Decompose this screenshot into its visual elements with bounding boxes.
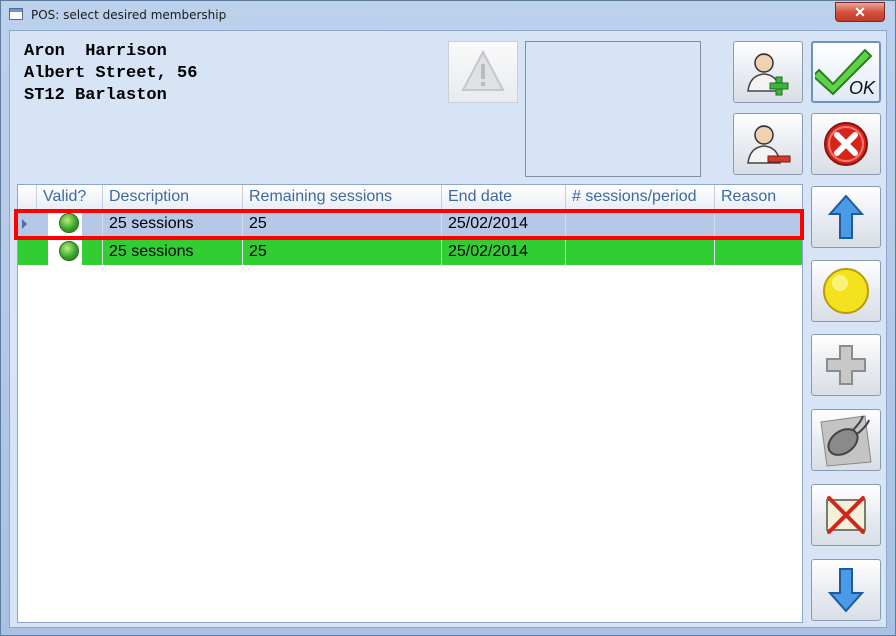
grid-header: Valid? Description Remaining sessions En… bbox=[18, 185, 802, 210]
column-header-reason[interactable]: Reason bbox=[715, 185, 802, 209]
yellow-status-button[interactable] bbox=[811, 260, 881, 322]
reason-cell bbox=[715, 238, 802, 265]
remove-user-icon bbox=[747, 125, 791, 164]
arrow-down-icon bbox=[827, 568, 865, 613]
customer-info: Aron Harrison Albert Street, 56 ST12 Barla… bbox=[24, 41, 197, 107]
table-row[interactable]: 25 sessions 25 25/02/2014 bbox=[18, 210, 802, 237]
cancel-icon bbox=[824, 122, 868, 166]
plus-icon bbox=[826, 345, 866, 385]
move-down-button[interactable] bbox=[811, 559, 881, 621]
current-row-indicator-icon bbox=[22, 219, 27, 229]
reason-cell bbox=[715, 210, 802, 237]
valid-ball-icon bbox=[59, 213, 79, 233]
remove-customer-button[interactable] bbox=[733, 113, 803, 175]
column-header-end-date[interactable]: End date bbox=[442, 185, 566, 209]
description-cell: 25 sessions bbox=[103, 238, 243, 265]
ok-checkmark-icon: OK bbox=[815, 48, 876, 98]
warning-button[interactable] bbox=[448, 41, 518, 103]
close-button[interactable]: ✕ bbox=[835, 2, 885, 22]
title-bar: POS: select desired membership ✕ bbox=[1, 1, 895, 29]
customer-photo bbox=[525, 41, 701, 177]
move-up-button[interactable] bbox=[811, 186, 881, 248]
satellite-dish-icon bbox=[820, 415, 872, 467]
delete-cross-icon bbox=[826, 496, 866, 534]
client-area: Aron Harrison Albert Street, 56 ST12 Barla… bbox=[9, 30, 887, 628]
row-header-corner bbox=[18, 185, 37, 209]
ok-label: OK bbox=[849, 78, 876, 98]
remaining-cell: 25 bbox=[243, 210, 442, 237]
column-header-valid[interactable]: Valid? bbox=[37, 185, 103, 209]
remaining-cell: 25 bbox=[243, 238, 442, 265]
description-cell: 25 sessions bbox=[103, 210, 243, 237]
customer-name: Aron Harrison bbox=[24, 42, 167, 61]
add-user-icon bbox=[747, 53, 789, 96]
satellite-button[interactable] bbox=[811, 409, 881, 471]
column-header-remaining[interactable]: Remaining sessions bbox=[243, 185, 442, 209]
sessions-period-cell bbox=[566, 238, 715, 265]
sessions-period-cell bbox=[566, 210, 715, 237]
customer-address: Albert Street, 56 bbox=[24, 64, 198, 83]
cancel-button[interactable] bbox=[811, 113, 881, 175]
delete-button[interactable] bbox=[811, 484, 881, 546]
column-header-sessions-period[interactable]: # sessions/period bbox=[566, 185, 715, 209]
warning-icon bbox=[461, 49, 505, 91]
end-date-cell: 25/02/2014 bbox=[442, 210, 566, 237]
table-row[interactable]: 25 sessions 25 25/02/2014 bbox=[18, 238, 802, 265]
valid-cell bbox=[37, 238, 103, 265]
window-icon bbox=[9, 8, 23, 20]
window-title: POS: select desired membership bbox=[31, 8, 227, 22]
membership-grid[interactable]: Valid? Description Remaining sessions En… bbox=[14, 184, 804, 623]
membership-window: POS: select desired membership ✕ Aron Ha… bbox=[0, 0, 896, 636]
add-button[interactable] bbox=[811, 334, 881, 396]
add-customer-button[interactable] bbox=[733, 41, 803, 103]
valid-cell bbox=[37, 210, 103, 237]
arrow-up-icon bbox=[827, 194, 865, 239]
valid-ball-icon bbox=[59, 241, 79, 261]
ok-button[interactable]: OK bbox=[811, 41, 881, 103]
yellow-circle-icon bbox=[823, 268, 869, 314]
end-date-cell: 25/02/2014 bbox=[442, 238, 566, 265]
customer-city: ST12 Barlaston bbox=[24, 86, 167, 105]
column-header-description[interactable]: Description bbox=[103, 185, 243, 209]
